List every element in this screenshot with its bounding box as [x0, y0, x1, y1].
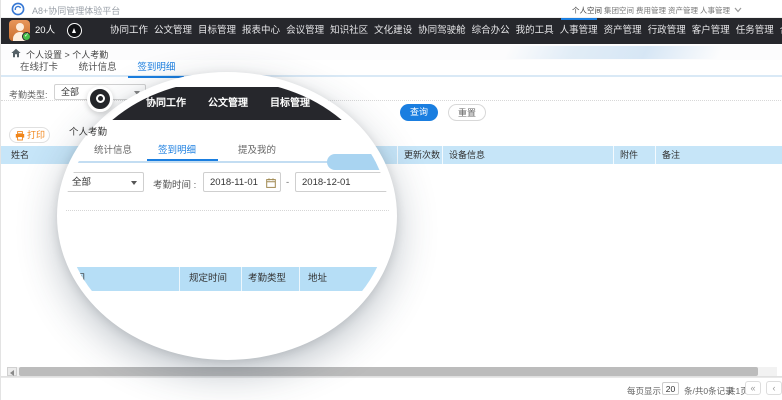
nav-item-tasks[interactable]: 任务管理 [736, 18, 774, 44]
background-watermark [503, 46, 724, 59]
scroll-left-button[interactable] [7, 367, 17, 376]
lens-active-tab-underline [147, 159, 218, 161]
nav-item-cockpit[interactable]: 协同驾驶舱 [418, 18, 466, 44]
lens-date-from: 2018-11-01 [210, 173, 258, 192]
tab-signin-detail[interactable]: 签到明细 [128, 60, 184, 78]
lens-column-divider [299, 267, 300, 291]
col-update-count: 更新次数 [404, 146, 440, 164]
nav-item-tools[interactable]: 我的工具 [516, 18, 554, 44]
lens-tab-signin-detail[interactable]: 签到明细 [158, 142, 196, 156]
lens-col-scheduled-time: 规定时间 [189, 267, 227, 291]
nav-item-reports[interactable]: 报表中心 [242, 18, 280, 44]
printer-icon [15, 131, 25, 141]
topbar-menu-personal-space[interactable]: 个人空间 [572, 5, 602, 16]
calendar-icon[interactable] [266, 178, 276, 188]
nav-item-goals[interactable]: 目标管理 [198, 18, 236, 44]
top-bar: A8+协同管理体验平台 个人空间 集团空间 费用管理 资产管理 人事管理 [1, 0, 782, 18]
lens-table-header: 签到时间 规定时间 考勤类型 地址 [57, 267, 397, 291]
app-logo-icon [11, 2, 25, 16]
nav-item-culture[interactable]: 文化建设 [374, 18, 412, 44]
online-status-badge: ✓ [22, 32, 31, 41]
column-divider [613, 146, 614, 164]
lens-nav-docs[interactable]: 公文管理 [208, 87, 248, 120]
lens-tab-statistics[interactable]: 统计信息 [94, 142, 132, 156]
nav-item-docs[interactable]: 公文管理 [154, 18, 192, 44]
lens-col-attendance-type: 考勤类型 [248, 267, 286, 291]
lens-logo-mark [96, 94, 105, 103]
nav-item-office[interactable]: 综合办公 [472, 18, 510, 44]
lens-nav-goals[interactable]: 目标管理 [270, 87, 310, 120]
pagination-bar: 每页显示 20 条/共0条记录 共1页 « ‹ 第 [1, 377, 782, 400]
lens-nav-collab[interactable]: 协同工作 [146, 87, 186, 120]
lens-column-divider [179, 267, 180, 291]
tab-bar: 在线打卡 统计信息 签到明细 [1, 60, 782, 77]
magnifier-lens: 协同工作 公文管理 目标管理 统计信息 签到明细 提及我的 全部 考勤时间 : … [57, 72, 397, 360]
lens-col-signin-time: 签到时间 [57, 267, 85, 291]
nav-item-admin[interactable]: 行政管理 [648, 18, 686, 44]
nav-item-hr-active[interactable]: 人事管理 [560, 18, 598, 44]
nav-item-meetings[interactable]: 会议管理 [286, 18, 324, 44]
topbar-menu-hr[interactable]: 人事管理 [700, 5, 730, 16]
lens-date-from-input[interactable]: 2018-11-01 [203, 172, 281, 192]
column-divider [397, 146, 398, 164]
app-title: A8+协同管理体验平台 [32, 4, 120, 17]
topbar-menu-asset[interactable]: 资产管理 [668, 5, 698, 16]
scrollbar-thumb[interactable] [19, 367, 758, 376]
lens-time-label: 考勤时间 : [153, 177, 196, 191]
col-attachment: 附件 [620, 146, 638, 164]
nav-menu: 协同工作 公文管理 目标管理 报表中心 会议管理 知识社区 文化建设 协同驾驶舱… [110, 18, 782, 44]
topbar-menu-group-space[interactable]: 集团空间 [604, 5, 634, 16]
app-window: A8+协同管理体验平台 个人空间 集团空间 费用管理 资产管理 人事管理 ✓ 2… [0, 0, 782, 400]
tab-statistics[interactable]: 统计信息 [70, 60, 126, 76]
reset-button[interactable]: 重置 [448, 104, 486, 121]
lens-tab-mentions[interactable]: 提及我的 [238, 142, 276, 156]
col-remark: 备注 [662, 146, 680, 164]
prev-page-button[interactable]: ‹ [766, 381, 782, 395]
search-button[interactable]: 查询 [400, 104, 438, 121]
horizontal-scrollbar [7, 367, 777, 376]
per-page-input[interactable]: 20 [662, 382, 679, 395]
lens-type-select[interactable]: 全部 [63, 172, 144, 192]
user-count: 20人 [35, 18, 55, 44]
lens-date-dash: - [286, 177, 289, 188]
column-divider [442, 146, 443, 164]
nav-logo-icon[interactable] [67, 23, 82, 38]
print-button[interactable]: 打印 [9, 127, 50, 143]
first-page-button[interactable]: « [745, 381, 761, 395]
lens-column-divider [241, 267, 242, 291]
lens-col-address: 地址 [308, 267, 327, 291]
lens-breadcrumb-fragment: 个人考勤 [59, 124, 107, 137]
main-nav-bar: ✓ 20人 协同工作 公文管理 目标管理 报表中心 会议管理 知识社区 文化建设… [1, 18, 782, 44]
nav-item-collab[interactable]: 协同工作 [110, 18, 148, 44]
lens-dotted-divider [57, 210, 397, 211]
tab-online-punch[interactable]: 在线打卡 [11, 60, 67, 76]
nav-item-knowledge[interactable]: 知识社区 [330, 18, 368, 44]
avatar-face [16, 23, 24, 31]
home-icon[interactable] [11, 48, 21, 58]
lens-blue-fragment [327, 154, 397, 170]
col-name: 姓名 [11, 146, 29, 164]
chevron-down-icon[interactable] [734, 7, 742, 13]
lens-date-to: 2018-12-01 [302, 173, 351, 192]
column-divider [655, 146, 656, 164]
lens-type-value: 全部 [72, 173, 91, 192]
nav-item-asset[interactable]: 资产管理 [604, 18, 642, 44]
print-label: 打印 [27, 128, 45, 143]
per-page-label: 每页显示 [627, 385, 661, 397]
lens-select-caret-icon [131, 181, 137, 185]
col-device-info: 设备信息 [449, 146, 485, 164]
topbar-menu-expense[interactable]: 费用管理 [636, 5, 666, 16]
lens-logo-icon [87, 86, 113, 112]
nav-item-customer[interactable]: 客户管理 [692, 18, 730, 44]
nav-logo-mark [72, 28, 76, 33]
lens-date-to-input[interactable]: 2018-12-01 [295, 172, 391, 192]
